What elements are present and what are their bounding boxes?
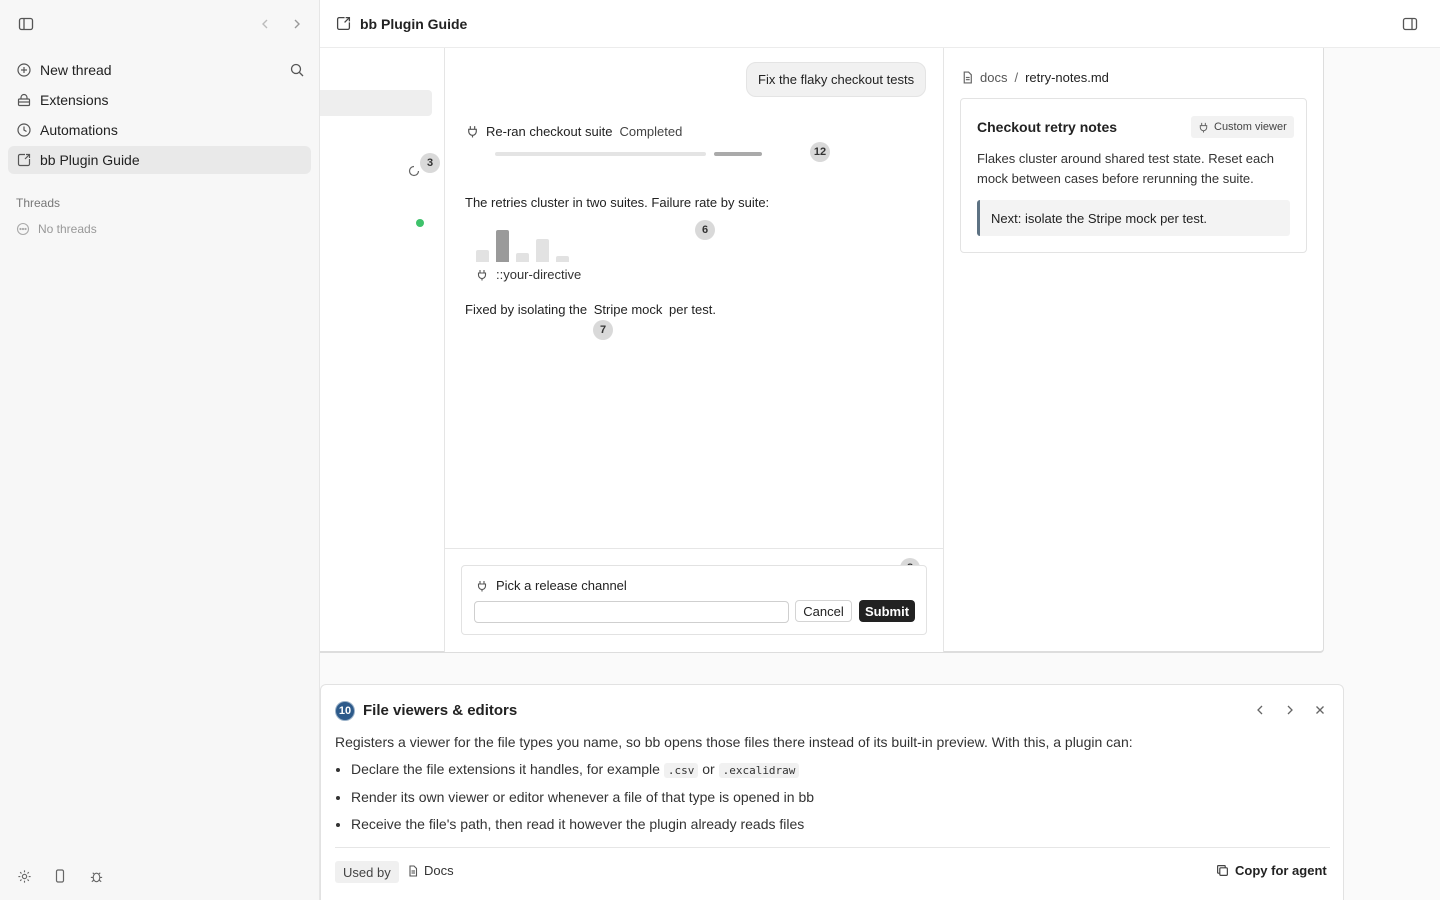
nav-label: New thread (40, 62, 112, 78)
plug-icon (476, 269, 488, 281)
preview-sidebar-selected-row (320, 90, 432, 116)
plug-icon (1198, 122, 1209, 133)
tool-status: Completed (619, 124, 683, 139)
capability-list: Declare the file extensions it handles, … (351, 760, 1251, 843)
stripe-mock-chip[interactable]: Stripe mock (594, 302, 663, 317)
nav-label: bb Plugin Guide (40, 152, 140, 168)
next-arrow-icon[interactable] (1280, 700, 1300, 720)
directive-text: ::your-directive (496, 267, 582, 282)
cancel-button[interactable]: Cancel (795, 600, 852, 622)
next-step-callout: Next: isolate the Stripe mock per test. (977, 200, 1290, 236)
code-excalidraw: .excalidraw (718, 763, 800, 778)
extensions-icon (16, 92, 32, 108)
list-item: Render its own viewer or editor whenever… (351, 788, 1251, 816)
right-panel-toggle-icon[interactable] (1400, 14, 1420, 34)
user-message: Fix the flaky checkout tests (746, 62, 927, 97)
plug-icon (466, 125, 479, 138)
top-header: bb Plugin Guide (320, 0, 1440, 48)
progress-fill (714, 152, 762, 156)
tool-name: Re-ran checkout suite (486, 124, 613, 139)
hotspot-badge[interactable]: 3 (420, 153, 440, 173)
docs-label: Docs (424, 863, 454, 878)
text-post: per test. (669, 302, 716, 317)
mobile-icon[interactable] (50, 866, 70, 886)
file-icon (407, 864, 419, 877)
breadcrumb-separator: / (1014, 70, 1019, 85)
failure-rate-bar (536, 239, 549, 262)
threads-section-label: Threads (16, 196, 61, 210)
nav-extensions[interactable]: Extensions (8, 86, 311, 114)
docs-link[interactable]: Docs (407, 863, 454, 878)
settings-icon[interactable] (14, 866, 34, 886)
card-body: Flakes cluster around shared test state.… (977, 151, 1274, 186)
hotspot-badge[interactable]: 7 (593, 320, 613, 340)
step-number-badge: 10 (335, 701, 355, 721)
nav-automations[interactable]: Automations (8, 116, 311, 144)
hotspot-badge[interactable]: 12 (810, 142, 830, 162)
back-arrow-icon[interactable] (255, 14, 275, 34)
breadcrumb: docs / retry-notes.md (961, 70, 1109, 85)
tool-call-row[interactable]: Re-ran checkout suite Completed (466, 124, 682, 139)
file-icon (961, 71, 974, 84)
sidebar: New thread Extensions Automations bb Plu… (0, 0, 320, 900)
sheet-divider (335, 847, 1330, 848)
list-item: Declare the file extensions it handles, … (351, 760, 1251, 788)
spinner-icon (408, 165, 420, 177)
copy-label: Copy for agent (1235, 863, 1327, 878)
list-item: Receive the file's path, then read it ho… (351, 815, 1251, 843)
search-icon[interactable] (287, 60, 307, 80)
feature-sheet: 10 File viewers & editors Registers a vi… (320, 684, 1344, 900)
failure-rate-bar (476, 250, 489, 262)
page-title: bb Plugin Guide (336, 16, 467, 32)
prompt-label-text: Pick a release channel (496, 578, 627, 593)
composer-divider (445, 548, 943, 549)
card-title: Checkout retry notes (977, 119, 1118, 135)
copy-for-agent-button[interactable]: Copy for agent (1216, 863, 1327, 878)
custom-viewer-card: Checkout retry notes Custom viewer Flake… (960, 98, 1307, 253)
nav-label: Automations (40, 122, 118, 138)
text-pre: Fixed by isolating the (465, 302, 588, 317)
clock-icon (16, 122, 32, 138)
breadcrumb-file: retry-notes.md (1025, 70, 1109, 85)
close-icon[interactable] (1310, 700, 1330, 720)
copy-icon (1216, 864, 1229, 877)
directive-row: ::your-directive (476, 267, 581, 282)
chip-label: Custom viewer (1214, 121, 1287, 133)
release-channel-prompt: Pick a release channel Cancel Submit (461, 565, 927, 635)
bullet-or: or (702, 761, 715, 777)
failure-rate-bar (496, 230, 509, 262)
nav-new-thread[interactable]: New thread (8, 56, 311, 84)
prompt-label: Pick a release channel (476, 578, 627, 593)
assistant-text-1: The retries cluster in two suites. Failu… (465, 195, 770, 210)
release-channel-input[interactable] (474, 601, 789, 623)
page-title-text: bb Plugin Guide (360, 16, 468, 32)
progress-track (495, 152, 706, 156)
plug-icon (476, 580, 488, 592)
no-threads-text: No threads (38, 222, 97, 236)
code-csv: .csv (663, 763, 699, 778)
plus-circle-icon (16, 62, 32, 78)
sheet-description: Registers a viewer for the file types yo… (335, 734, 1133, 750)
assistant-text-2: Fixed by isolating the Stripe mock per t… (465, 302, 716, 317)
nav-bb-plugin-guide[interactable]: bb Plugin Guide (8, 146, 311, 174)
sheet-title: File viewers & editors (363, 702, 518, 719)
forward-arrow-icon[interactable] (287, 14, 307, 34)
custom-viewer-chip: Custom viewer (1191, 116, 1294, 138)
previous-arrow-icon[interactable] (1250, 700, 1270, 720)
breadcrumb-folder[interactable]: docs (980, 70, 1007, 85)
bullet-text: Declare the file extensions it handles, … (351, 761, 660, 777)
empty-threads: No threads (16, 222, 97, 236)
bug-icon[interactable] (86, 866, 106, 886)
online-status-dot (416, 219, 424, 227)
hotspot-badge[interactable]: 6 (695, 220, 715, 240)
failure-rate-bar (556, 256, 569, 262)
plugin-icon (336, 16, 352, 32)
failure-rate-bar (516, 253, 529, 262)
sidebar-toggle-icon[interactable] (16, 14, 36, 34)
nav-label: Extensions (40, 92, 109, 108)
used-by-label: Used by (335, 861, 399, 883)
plugin-icon (16, 152, 32, 168)
chat-bubble-icon (16, 222, 30, 236)
submit-button[interactable]: Submit (859, 600, 915, 622)
